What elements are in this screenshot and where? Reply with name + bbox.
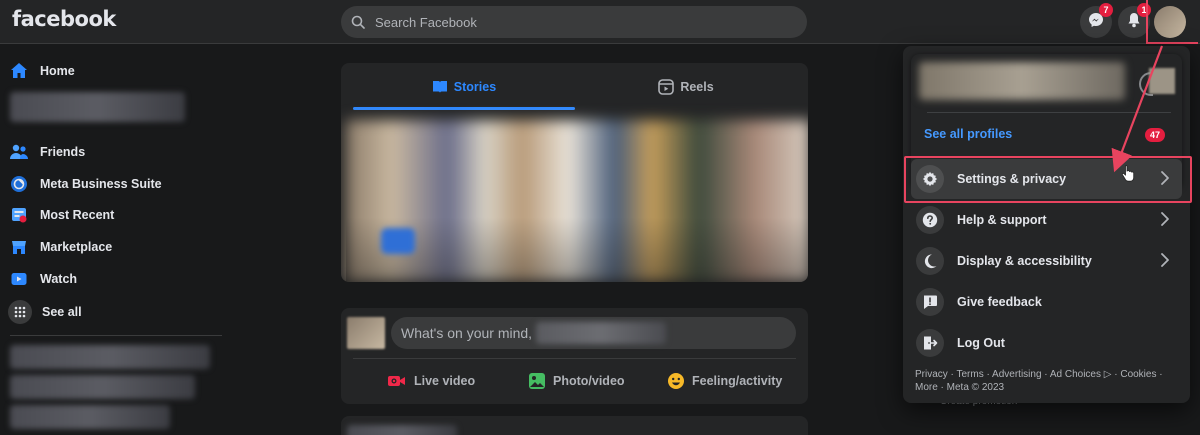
menu-item-label: Help & support bbox=[957, 213, 1047, 227]
avatar-highlight-box bbox=[1146, 0, 1198, 44]
see-all-profiles-link[interactable]: See all profiles bbox=[924, 127, 1012, 141]
search-input[interactable] bbox=[375, 14, 775, 30]
sidebar-item-label: Friends bbox=[40, 145, 86, 159]
search-icon bbox=[351, 14, 367, 30]
feedback-icon bbox=[916, 288, 944, 316]
sidebar-item-home[interactable]: Home bbox=[8, 57, 75, 85]
photo-video-button[interactable]: Photo/video bbox=[528, 366, 625, 396]
tab-reels[interactable]: Reels bbox=[575, 63, 797, 110]
book-icon bbox=[432, 80, 448, 94]
create-story-blurred[interactable] bbox=[381, 228, 415, 254]
reels-icon bbox=[658, 78, 675, 95]
menu-item-label: Give feedback bbox=[957, 295, 1042, 309]
tab-label: Stories bbox=[453, 79, 497, 94]
tab-label: Reels bbox=[680, 79, 714, 94]
footer-links-line[interactable]: Privacy · Terms · Advertising · Ad Choic… bbox=[915, 368, 1183, 381]
search-bar[interactable] bbox=[341, 6, 807, 38]
composer-input[interactable]: What's on your mind, bbox=[391, 317, 796, 349]
sidebar-divider bbox=[10, 335, 222, 336]
sidebar-item-meta-business-suite[interactable]: Meta Business Suite bbox=[8, 170, 162, 198]
sidebar-item-label: Marketplace bbox=[40, 240, 113, 254]
profile-divider bbox=[927, 112, 1171, 113]
home-icon bbox=[8, 60, 30, 82]
tab-stories[interactable]: Stories bbox=[353, 63, 575, 110]
stories-strip-overlay bbox=[346, 120, 808, 282]
sidebar-item-see-all[interactable]: See all bbox=[8, 298, 82, 326]
menu-item-label: Log Out bbox=[957, 336, 1005, 350]
marketplace-icon bbox=[8, 236, 30, 258]
settings-highlight-box bbox=[904, 156, 1192, 203]
grid-icon bbox=[8, 300, 32, 324]
moon-icon bbox=[916, 247, 944, 275]
profile-thumbnail[interactable] bbox=[1149, 68, 1175, 94]
photo-icon bbox=[528, 372, 546, 390]
live-video-button[interactable]: Live video bbox=[387, 366, 475, 396]
facebook-logo[interactable]: facebook bbox=[12, 7, 116, 31]
menu-item-give-feedback[interactable]: Give feedback bbox=[911, 282, 1182, 322]
composer-placeholder: What's on your mind, bbox=[401, 325, 533, 341]
menu-item-log-out[interactable]: Log Out bbox=[911, 323, 1182, 363]
sidebar-item-label: Most Recent bbox=[40, 208, 115, 222]
profiles-badge: 47 bbox=[1145, 128, 1165, 142]
post-author-blurred bbox=[347, 425, 457, 435]
sidebar-item-label: See all bbox=[42, 305, 82, 319]
composer-divider bbox=[353, 358, 796, 359]
shortcut-item-blurred[interactable] bbox=[10, 345, 210, 369]
chevron-right-icon bbox=[1160, 252, 1170, 268]
smiley-icon bbox=[667, 372, 685, 390]
user-name-blurred bbox=[536, 322, 667, 344]
most-recent-icon bbox=[8, 204, 30, 226]
shortcut-item-blurred[interactable] bbox=[10, 405, 170, 429]
video-camera-icon bbox=[387, 373, 407, 389]
avatar[interactable] bbox=[347, 317, 385, 349]
post-composer-card: What's on your mind, Live video Photo/vi… bbox=[341, 308, 808, 404]
next-post-card bbox=[341, 416, 808, 435]
footer-links[interactable]: Privacy · Terms · Advertising · Ad Choic… bbox=[915, 368, 1183, 394]
shortcut-item-blurred[interactable] bbox=[10, 375, 195, 399]
chevron-right-icon bbox=[1160, 211, 1170, 227]
meta-business-suite-icon bbox=[8, 173, 30, 195]
watch-icon bbox=[8, 268, 30, 290]
footer-links-line[interactable]: More · Meta © 2023 bbox=[915, 381, 1183, 394]
menu-item-help-support[interactable]: Help & support bbox=[911, 200, 1182, 240]
sidebar-item-marketplace[interactable]: Marketplace bbox=[8, 233, 112, 261]
sidebar-item-label: Watch bbox=[40, 272, 78, 286]
sidebar-item-most-recent[interactable]: Most Recent bbox=[8, 201, 114, 229]
sidebar-item-label: Meta Business Suite bbox=[40, 177, 162, 191]
account-menu: See all profiles 47 Settings & privacy H… bbox=[903, 46, 1190, 403]
stories-card: Stories Reels bbox=[341, 63, 808, 282]
mouse-cursor-icon bbox=[1121, 164, 1135, 187]
menu-item-display-accessibility[interactable]: Display & accessibility bbox=[911, 241, 1182, 281]
messenger-badge: 7 bbox=[1099, 3, 1113, 17]
action-label: Photo/video bbox=[553, 374, 625, 388]
logout-icon bbox=[916, 329, 944, 357]
menu-item-label: Display & accessibility bbox=[957, 254, 1092, 268]
friends-icon bbox=[8, 141, 30, 163]
profile-name-blurred[interactable] bbox=[10, 92, 185, 122]
sidebar-item-friends[interactable]: Friends bbox=[8, 138, 85, 166]
help-icon bbox=[916, 206, 944, 234]
profile-name-blurred[interactable] bbox=[919, 62, 1125, 100]
action-label: Live video bbox=[414, 374, 476, 388]
action-label: Feeling/activity bbox=[692, 374, 783, 388]
top-navigation-bar: facebook 7 1 bbox=[0, 0, 1200, 44]
feeling-activity-button[interactable]: Feeling/activity bbox=[667, 366, 782, 396]
sidebar-item-label: Home bbox=[40, 64, 75, 78]
sidebar-item-watch[interactable]: Watch bbox=[8, 265, 77, 293]
